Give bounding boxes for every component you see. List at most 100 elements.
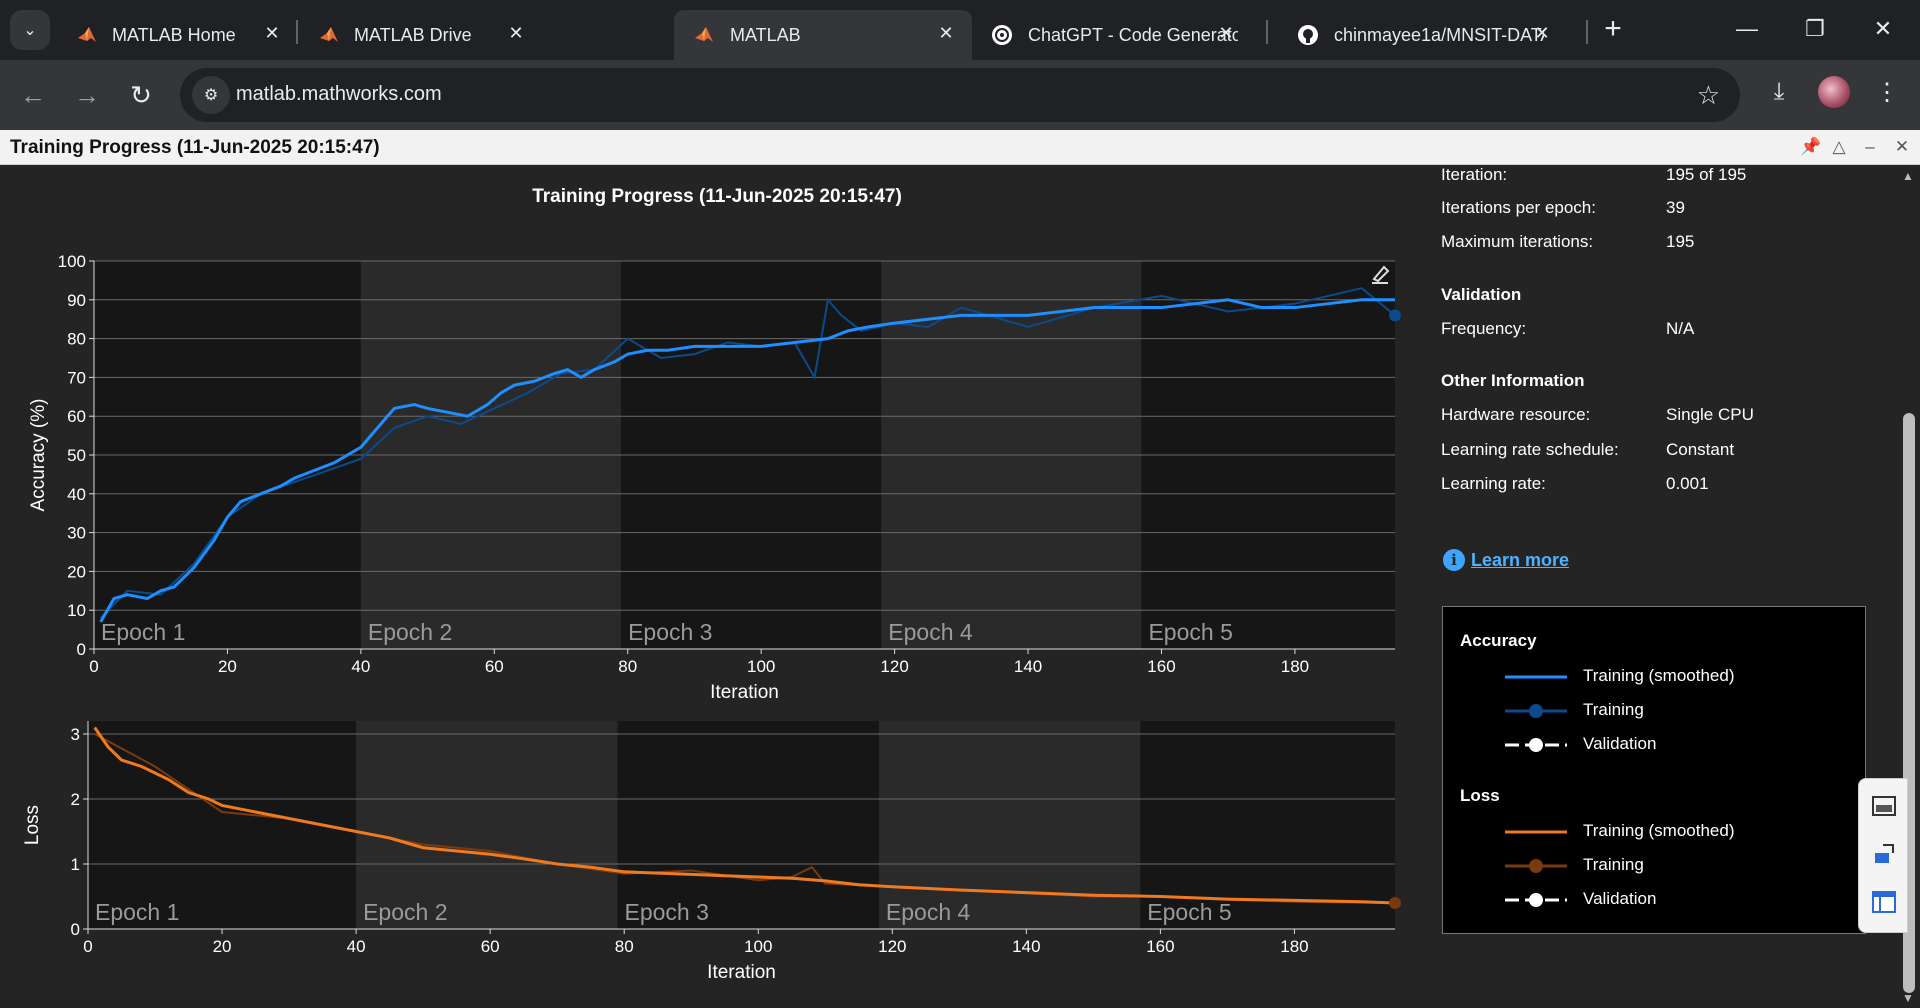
close-window-button[interactable]: ✕ (1868, 14, 1898, 44)
learn-more-link[interactable]: i Learn more (1443, 549, 1569, 571)
address-bar[interactable]: ⚙ matlab.mathworks.com ☆ (180, 68, 1740, 122)
y-tick-label: 90 (67, 291, 86, 310)
legend-swatch-loss-training (1505, 859, 1567, 873)
info-label: Maximum iterations: (1441, 232, 1594, 251)
info-icon: i (1443, 549, 1465, 571)
more-menu-icon[interactable]: ⋮ (1870, 78, 1904, 107)
legend-swatch-loss-validation (1505, 893, 1567, 907)
scroll-up-icon[interactable]: ▲ (1902, 169, 1914, 183)
info-value: 195 of 195 (1666, 165, 1747, 184)
epoch-label: Epoch 4 (888, 619, 973, 645)
x-tick-label: 40 (347, 937, 366, 956)
legend-swatch-loss-smoothed (1505, 830, 1567, 834)
close-icon[interactable]: ✕ (504, 23, 528, 44)
y-tick-label: 100 (58, 252, 86, 271)
close-figure-icon[interactable]: ✕ (1892, 137, 1912, 157)
download-icon[interactable]: ⤓ (1762, 78, 1796, 106)
x-tick-label: 0 (89, 657, 98, 676)
epoch-label: Epoch 1 (95, 899, 179, 925)
figure-window-title: Training Progress (11-Jun-2025 20:15:47) (10, 137, 380, 158)
info-label: Iterations per epoch: (1441, 198, 1596, 217)
info-value: 39 (1666, 198, 1685, 217)
new-tab-button[interactable]: + (1598, 14, 1628, 44)
series-point-last-accuracy (1389, 309, 1401, 322)
github-icon (1296, 23, 1320, 47)
tab-matlab-drive[interactable]: MATLAB Drive ✕ (300, 10, 542, 60)
learn-more-text[interactable]: Learn more (1471, 550, 1569, 571)
info-label: Hardware resource: (1441, 405, 1591, 424)
legend-accuracy-title: Accuracy (1460, 631, 1537, 650)
minimize-button[interactable]: — (1732, 14, 1762, 44)
epoch-band-loss (878, 721, 1141, 929)
epoch-label: Epoch 2 (363, 899, 447, 925)
x-tick-label: 60 (485, 657, 504, 676)
chart-title: Training Progress (11-Jun-2025 20:15:47) (532, 186, 902, 207)
figure-body: Training Progress (11-Jun-2025 20:15:47)… (0, 165, 1898, 1008)
close-icon[interactable]: ✕ (934, 23, 958, 44)
x-tick-label: 120 (878, 937, 906, 956)
back-button[interactable]: ← (16, 78, 50, 112)
epoch-label: Epoch 4 (886, 899, 971, 925)
browser-toolbar: ← → ↻ ⚙ matlab.mathworks.com ☆ ⤓ ⋮ (0, 60, 1920, 130)
y-tick-label: 20 (67, 562, 86, 581)
table-view-icon[interactable] (1871, 889, 1897, 915)
epoch-label: Epoch 3 (628, 619, 712, 645)
legend-swatch-acc-smoothed (1505, 675, 1567, 679)
epoch-label: Epoch 5 (1147, 899, 1231, 925)
x-tick-label: 140 (1014, 657, 1042, 676)
bookmark-star-icon[interactable]: ☆ (1697, 80, 1720, 111)
epoch-label: Epoch 1 (101, 619, 185, 645)
x-tick-label: 140 (1012, 937, 1040, 956)
side-toolbox (1858, 778, 1908, 933)
x-tick-label: 120 (880, 657, 908, 676)
close-icon[interactable]: ✕ (260, 23, 284, 44)
arrow-left-icon: ← (20, 80, 46, 110)
tab-matlab-home[interactable]: MATLAB Home ✕ (58, 10, 298, 60)
tab-title: ChatGPT - Code Generato (1028, 24, 1238, 45)
url-text[interactable]: matlab.mathworks.com (236, 83, 442, 106)
matlab-icon (318, 23, 340, 47)
y-axis-label: Loss (22, 805, 43, 845)
tab-separator (296, 20, 298, 44)
epoch-band-loss (617, 721, 879, 929)
tab-matlab-active[interactable]: MATLAB ✕ (674, 10, 972, 60)
info-label: Frequency: (1441, 319, 1527, 338)
site-settings-icon[interactable]: ⚙ (192, 76, 230, 114)
tab-separator (1586, 20, 1588, 44)
collapse-icon[interactable]: △ (1829, 137, 1849, 157)
section-title-validation: Validation (1441, 285, 1522, 304)
avatar[interactable] (1818, 76, 1850, 108)
arrow-right-icon: → (74, 80, 100, 110)
info-value: N/A (1666, 319, 1695, 338)
panel-layout-icon[interactable] (1871, 793, 1897, 819)
x-tick-label: 0 (83, 937, 92, 956)
y-tick-label: 50 (67, 446, 86, 465)
tab-chatgpt[interactable]: ChatGPT - Code Generato ✕ (972, 10, 1252, 60)
x-axis-label: Iteration (707, 962, 776, 983)
x-tick-label: 60 (481, 937, 500, 956)
x-tick-label: 160 (1147, 657, 1175, 676)
forward-button[interactable]: → (70, 78, 104, 112)
restore-button[interactable]: ❐ (1800, 14, 1830, 44)
epoch-label: Epoch 2 (368, 619, 452, 645)
info-value: Single CPU (1666, 405, 1754, 424)
y-tick-label: 2 (71, 790, 80, 809)
section-title-other: Other Information (1441, 371, 1585, 390)
series-point-last-loss (1389, 897, 1401, 909)
x-tick-label: 160 (1146, 937, 1174, 956)
info-label: Learning rate schedule: (1441, 440, 1619, 459)
plot-legend: Accuracy Training (smoothed) Training Va… (1442, 606, 1866, 934)
reload-button[interactable]: ↻ (124, 78, 158, 112)
close-icon[interactable]: ✕ (1214, 23, 1238, 44)
pin-icon[interactable]: 📌 (1800, 137, 1821, 157)
tab-separator (1266, 20, 1268, 44)
tab-search-button[interactable]: ⌄ (10, 10, 50, 50)
y-tick-label: 40 (67, 485, 86, 504)
openai-icon (990, 23, 1014, 47)
close-icon[interactable]: ✕ (1530, 23, 1554, 44)
scroll-down-icon[interactable]: ▼ (1902, 991, 1914, 1005)
y-tick-label: 0 (71, 920, 80, 939)
minimize-figure-icon[interactable]: – (1860, 137, 1880, 157)
tab-github[interactable]: chinmayee1a/MNSIT-DATA ✕ (1278, 10, 1568, 60)
export-icon[interactable] (1871, 841, 1897, 867)
